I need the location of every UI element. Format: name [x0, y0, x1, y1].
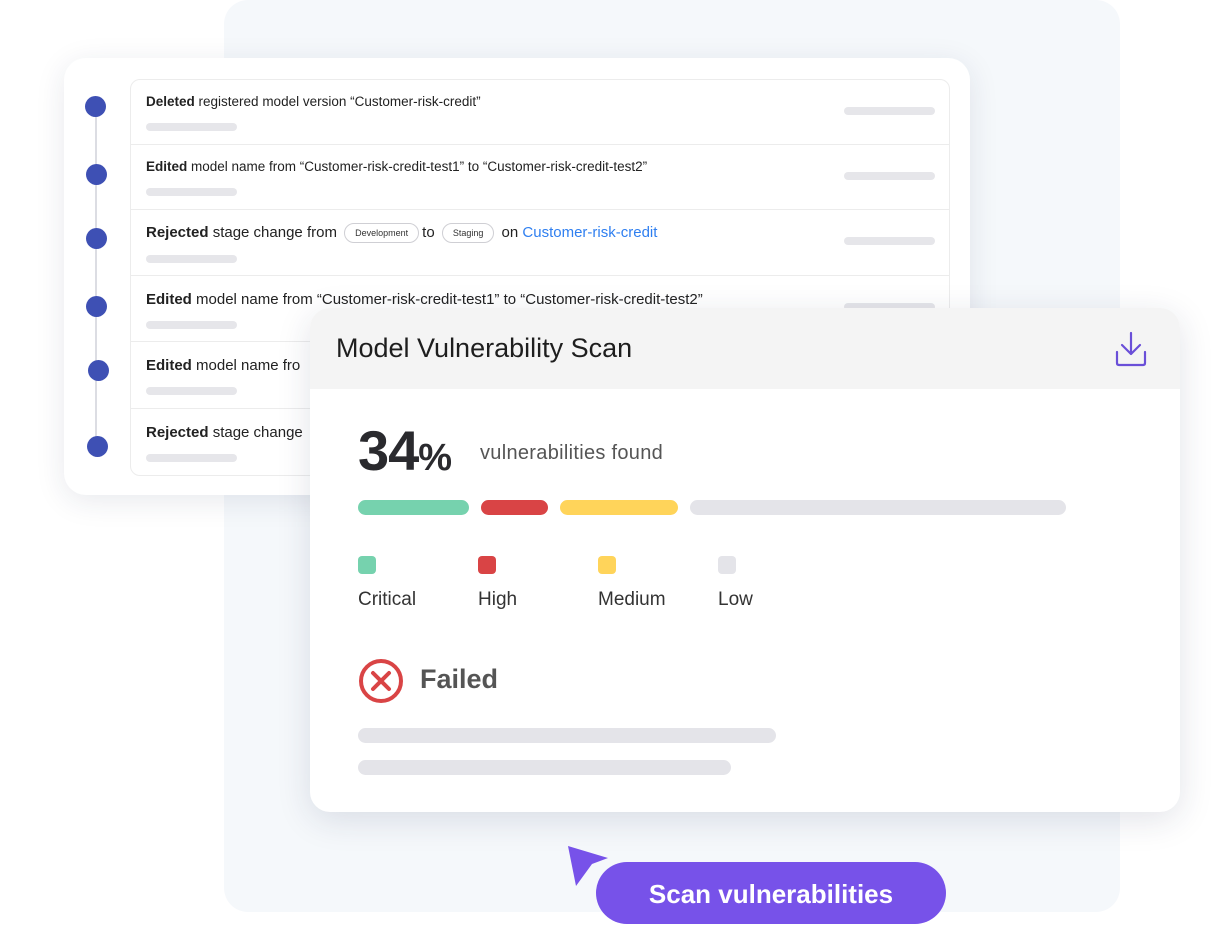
found-label: vulnerabilities found: [480, 442, 664, 464]
timeline-dot: [85, 96, 106, 117]
action-label: Rejected: [146, 424, 209, 441]
severity-bar: [358, 500, 1066, 515]
placeholder-bar: [844, 107, 935, 115]
list-item: Deleted registered model version “Custom…: [131, 80, 949, 145]
timeline-dot: [86, 164, 107, 185]
legend-critical: Critical: [358, 556, 416, 610]
action-label: Edited: [146, 357, 192, 374]
activity-text: registered model version “Customer-risk-…: [194, 94, 481, 109]
severity-segment-high: [481, 500, 549, 515]
card-title: Model Vulnerability Scan: [336, 333, 633, 363]
activity-text: model name from “Customer-risk-credit-te…: [191, 291, 703, 308]
activity-text: stage change from: [208, 223, 337, 241]
placeholder-bar: [358, 760, 731, 775]
card-header: Model Vulnerability Scan: [310, 308, 1180, 389]
severity-segment-critical: [358, 500, 470, 515]
vulnerability-scan-card: Model Vulnerability Scan 34% vulnerabili…: [310, 308, 1180, 812]
timeline-dot: [86, 228, 107, 249]
placeholder-bar: [146, 321, 237, 329]
stage-badge-from: Development: [344, 223, 420, 243]
activity-text: model name fro: [191, 357, 301, 374]
placeholder-bar: [146, 387, 237, 395]
legend-label: Medium: [598, 589, 666, 610]
action-label: Edited: [146, 291, 192, 308]
placeholder-bar: [146, 123, 237, 131]
list-item: Rejected stage change from Development to…: [131, 210, 949, 276]
placeholder-bar: [844, 172, 935, 180]
scan-vulnerabilities-button[interactable]: Scan vulnerabilities: [596, 862, 946, 924]
legend-label: Critical: [358, 589, 417, 610]
severity-segment-medium: [560, 500, 678, 515]
model-link[interactable]: Customer-risk-credit: [522, 224, 657, 241]
list-item: Edited model name from “Customer-risk-cr…: [131, 145, 949, 210]
severity-segment-low: [689, 500, 1066, 515]
timeline-dot: [87, 436, 108, 457]
timeline-dot: [86, 296, 107, 317]
legend-swatch: [598, 556, 616, 574]
action-label: Rejected: [146, 223, 209, 241]
legend-low: Low: [718, 556, 753, 610]
timeline-dot: [88, 360, 109, 381]
activity-text: model name from “Customer-risk-credit-te…: [187, 159, 648, 174]
legend-high: High: [478, 556, 517, 610]
action-label: Deleted: [146, 94, 195, 109]
activity-text: to: [422, 223, 435, 241]
legend-label: Low: [718, 589, 753, 610]
download-icon[interactable]: [1114, 330, 1148, 368]
activity-text: stage change: [208, 424, 303, 441]
legend-medium: Medium: [598, 556, 666, 610]
legend-swatch: [478, 556, 496, 574]
x-circle-icon: [359, 659, 403, 703]
legend-swatch: [358, 556, 376, 574]
placeholder-bar: [844, 237, 935, 245]
placeholder-bar: [146, 454, 237, 462]
stage-badge-to: Staging: [441, 223, 495, 243]
placeholder-bar: [146, 255, 237, 263]
action-label: Edited: [146, 159, 188, 174]
status-label: Failed: [420, 664, 499, 694]
activity-text: on: [501, 223, 519, 241]
legend-swatch: [718, 556, 736, 574]
legend-label: High: [478, 589, 518, 610]
vulnerability-percent: 34%: [358, 419, 452, 482]
placeholder-bar: [146, 188, 237, 196]
timeline-line: [95, 108, 97, 448]
placeholder-bar: [358, 728, 776, 743]
